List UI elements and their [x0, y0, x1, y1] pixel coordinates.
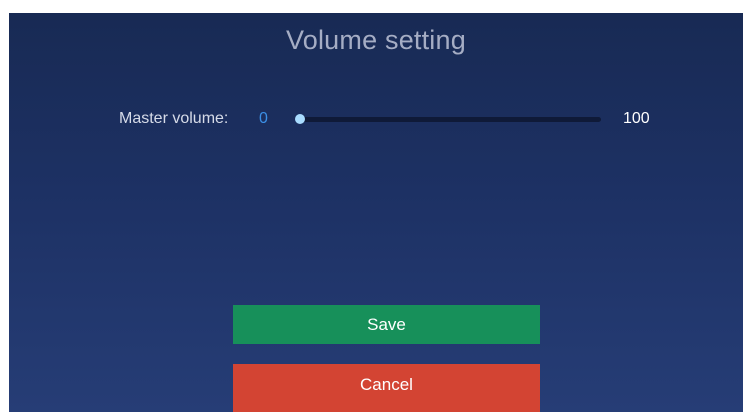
master-volume-max-label: 100: [623, 110, 650, 127]
master-volume-row: Master volume: 0 100: [9, 107, 743, 131]
dialog-title: Volume setting: [286, 25, 466, 55]
volume-setting-dialog: Volume setting Master volume: 0 100 Save…: [9, 13, 743, 412]
master-volume-label: Master volume:: [119, 110, 229, 127]
slider-track[interactable]: [296, 117, 601, 122]
master-volume-slider[interactable]: [295, 113, 601, 125]
cancel-button[interactable]: Cancel: [233, 364, 540, 412]
slider-thumb[interactable]: [295, 114, 305, 124]
save-button[interactable]: Save: [233, 305, 540, 344]
master-volume-value: 0: [259, 110, 268, 127]
